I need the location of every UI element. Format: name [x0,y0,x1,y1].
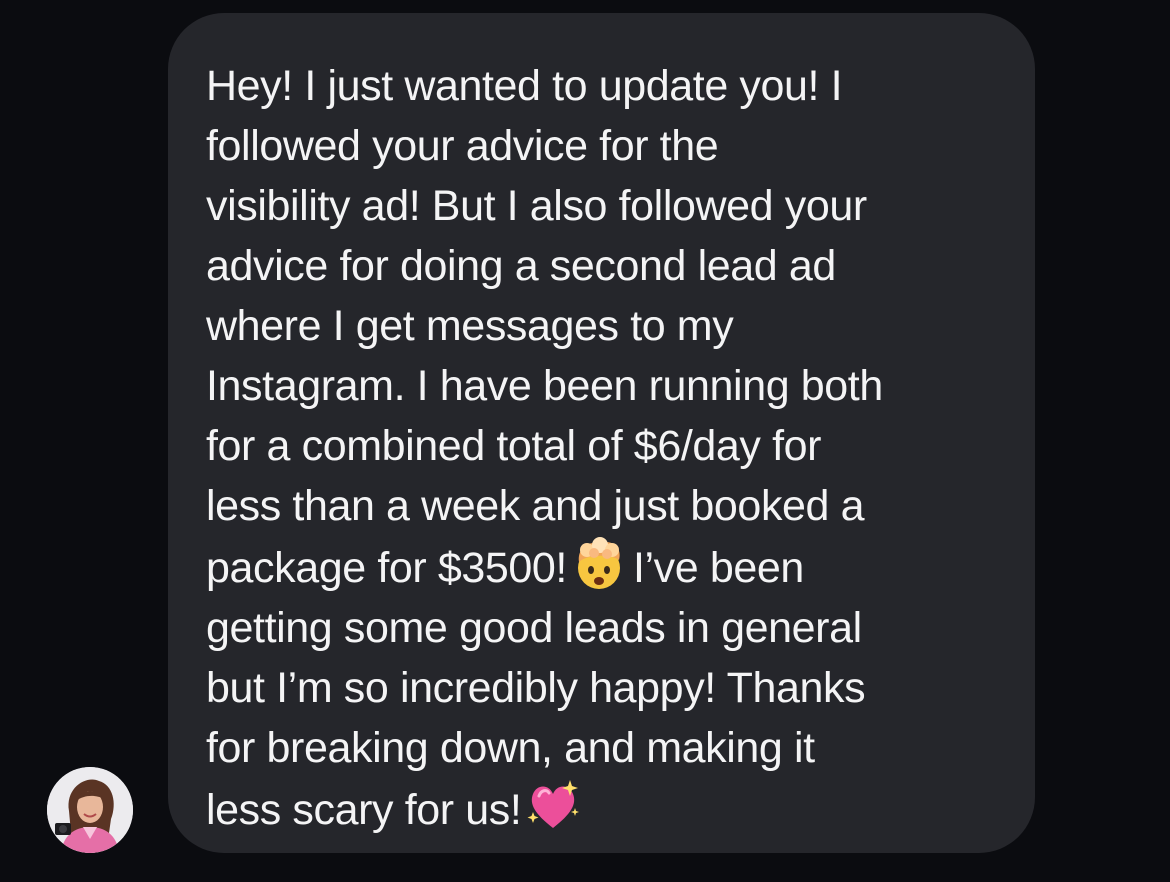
message-line: but I’m so incredibly happy! Thanks [206,664,866,712]
message-line: for breaking down, and making it [206,724,815,772]
message-line: visibility ad! But I also followed your [206,182,867,230]
sparkling-heart-emoji-icon [525,778,581,834]
message-line: for a combined total of $6/day for [206,422,822,470]
message-line: followed your advice for the [206,122,719,170]
message-bubble[interactable]: Hey! I just wanted to update you! I foll… [168,13,1035,853]
message-line: Instagram. I have been running both [206,362,883,410]
message-line: less than a week and just booked a [206,482,865,530]
message-line: Hey! I just wanted to update you! I [206,62,843,110]
message-line: advice for doing a second lead ad [206,242,836,290]
message-text: Hey! I just wanted to update you! I foll… [206,56,1005,840]
exploding-head-emoji-icon [571,536,627,592]
message-line-part: I’ve been [632,544,804,592]
message-line-part: less scary for us! [206,786,522,834]
message-line-part: package for $3500! [206,544,567,592]
profile-photo-icon [47,767,133,853]
sender-avatar[interactable] [47,767,133,853]
message-line: getting some good leads in general [206,604,862,652]
conversation-area: Hey! I just wanted to update you! I foll… [0,0,1170,882]
message-line: where I get messages to my [206,302,734,350]
